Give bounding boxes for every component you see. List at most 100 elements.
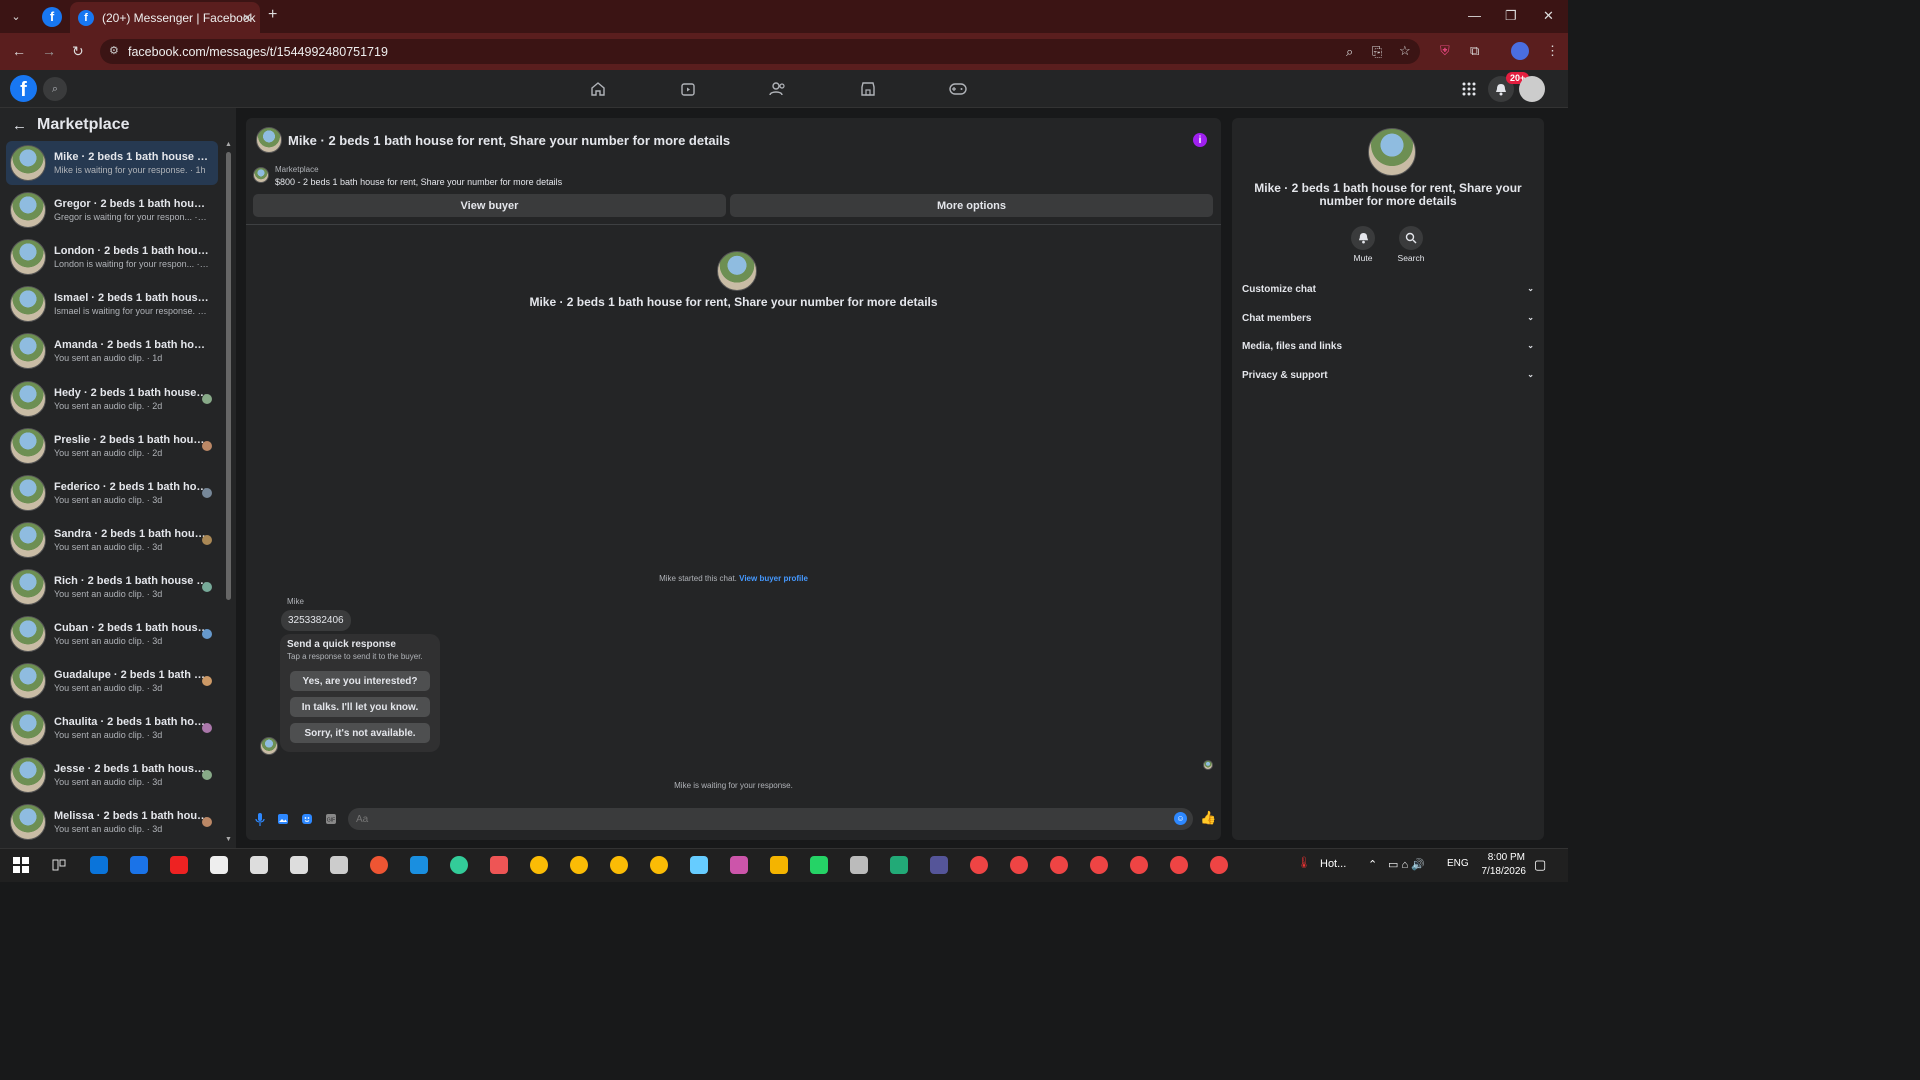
scroll-down-icon[interactable]: ▼ — [225, 836, 232, 843]
app-icon[interactable] — [890, 856, 908, 874]
scroll-up-icon[interactable]: ▲ — [225, 141, 232, 148]
app-icon[interactable] — [850, 856, 868, 874]
store-icon[interactable] — [90, 856, 108, 874]
chat-members-row[interactable]: Chat members ⌄ — [1242, 313, 1534, 324]
chrome-icon[interactable] — [1210, 856, 1228, 874]
facebook-logo[interactable]: f — [10, 75, 37, 102]
bookmark-star-icon[interactable]: ☆ — [1399, 43, 1411, 59]
chatgpt-icon[interactable] — [210, 856, 228, 874]
profile-avatar[interactable] — [1511, 42, 1529, 60]
conversation-item[interactable]: Amanda · 2 beds 1 bath house f...You sen… — [6, 329, 218, 373]
opera-icon[interactable] — [170, 856, 188, 874]
menu-grid-icon[interactable] — [1456, 76, 1482, 102]
friends-icon[interactable] — [768, 80, 788, 98]
emoji-icon[interactable]: ☺ — [1174, 812, 1187, 825]
clock-time[interactable]: 8:00 PM — [1480, 852, 1525, 863]
new-tab-button[interactable]: + — [268, 6, 277, 24]
chrome-icon[interactable] — [1090, 856, 1108, 874]
chrome-icon[interactable] — [970, 856, 988, 874]
sidebar-scroll-thumb[interactable] — [226, 152, 231, 600]
whatsapp-icon[interactable] — [810, 856, 828, 874]
mute-bell-icon[interactable] — [1351, 226, 1375, 250]
browser-menu-icon[interactable]: ⋮ — [1546, 43, 1559, 59]
search-icon[interactable]: ⌕ — [43, 77, 67, 101]
conversation-item[interactable]: Federico · 2 beds 1 bath hous... You sent… — [6, 471, 218, 515]
weather-icon[interactable]: 🌡 — [1297, 856, 1311, 869]
conversation-item[interactable]: Gregor · 2 beds 1 bath house fo...Gregor… — [6, 188, 218, 232]
notepad-icon[interactable] — [690, 856, 708, 874]
zoom-icon[interactable]: ⌕ — [1346, 44, 1353, 60]
settings-icon[interactable] — [290, 856, 308, 874]
tray-icons[interactable]: ▭ ⌂ 🔊 — [1388, 858, 1425, 871]
view-buyer-profile-link[interactable]: View buyer profile — [739, 574, 808, 583]
restore-icon[interactable]: ❐ — [1505, 8, 1517, 24]
pinned-facebook-tab[interactable]: f — [42, 6, 62, 27]
conversation-item[interactable]: London · 2 beds 1 bath house fo...London… — [6, 235, 218, 279]
forward-icon[interactable]: → — [42, 43, 56, 59]
conversation-item[interactable]: Jesse · 2 beds 1 bath house fo... You sen… — [6, 753, 218, 797]
privacy-support-row[interactable]: Privacy & support ⌄ — [1242, 370, 1534, 381]
notification-center-icon[interactable]: ▢ — [1534, 857, 1546, 873]
conversation-item[interactable]: Melissa · 2 beds 1 bath house... You sent… — [6, 800, 218, 844]
edge-icon[interactable] — [410, 856, 428, 874]
search-in-chat-icon[interactable] — [1399, 226, 1423, 250]
task-view-icon[interactable] — [50, 856, 68, 874]
gif-icon[interactable]: GIF — [324, 812, 338, 826]
site-info-icon[interactable]: ⚙ — [109, 44, 119, 57]
conversation-item[interactable]: Preslie · 2 beds 1 bath house f... You se… — [6, 424, 218, 468]
sticker-icon[interactable] — [300, 812, 314, 826]
back-icon[interactable]: ← — [12, 43, 26, 59]
conversation-item[interactable]: Hedy · 2 beds 1 bath house fo... You sent… — [6, 377, 218, 421]
microphone-icon[interactable] — [253, 812, 267, 826]
conversation-item[interactable]: Chaulita · 2 beds 1 bath hous... You sent… — [6, 706, 218, 750]
quick-response-interested[interactable]: Yes, are you interested? — [290, 671, 430, 691]
chrome-icon[interactable] — [1010, 856, 1028, 874]
conversation-item[interactable]: Cuban · 2 beds 1 bath house f... You sent… — [6, 612, 218, 656]
chrome-icon[interactable] — [450, 856, 468, 874]
chat-header[interactable]: Mike · 2 beds 1 bath house for rent, Sha… — [256, 127, 730, 153]
conversation-item[interactable]: Guadalupe · 2 beds 1 bath hous...You sen… — [6, 659, 218, 703]
file-explorer-icon[interactable] — [770, 856, 788, 874]
customize-chat-row[interactable]: Customize chat ⌄ — [1242, 284, 1534, 295]
marketplace-icon[interactable] — [858, 80, 878, 98]
chrome-icon[interactable] — [530, 856, 548, 874]
conversation-item[interactable]: Rich · 2 beds 1 bath house for r...You s… — [6, 565, 218, 609]
weather-text[interactable]: Hot... — [1320, 858, 1346, 870]
conversation-item[interactable]: Ismael · 2 beds 1 bath house for...Ismae… — [6, 282, 218, 326]
extension-shield-icon[interactable]: ⛨ — [1440, 43, 1450, 59]
active-tab[interactable]: f (20+) Messenger | Facebook ✕ — [70, 2, 260, 33]
copilot-icon[interactable] — [730, 856, 748, 874]
message-bubble[interactable]: 3253382406 — [281, 610, 351, 631]
info-icon[interactable]: i — [1193, 133, 1207, 147]
clock-date[interactable]: 7/18/2026 — [1476, 866, 1527, 877]
conversation-item[interactable]: Sandra · 2 beds 1 bath house fo...You se… — [6, 518, 218, 562]
video-icon[interactable] — [678, 80, 698, 98]
chrome-icon[interactable] — [570, 856, 588, 874]
gaming-icon[interactable] — [948, 80, 968, 98]
minimize-icon[interactable]: — — [1468, 8, 1481, 23]
app-icon[interactable] — [930, 856, 948, 874]
app-icon[interactable] — [490, 856, 508, 874]
security-icon[interactable] — [250, 856, 268, 874]
close-window-icon[interactable]: ✕ — [1543, 8, 1554, 24]
view-buyer-button[interactable]: View buyer — [253, 194, 726, 217]
quick-response-not-available[interactable]: Sorry, it's not available. — [290, 723, 430, 743]
chrome-icon[interactable] — [1050, 856, 1068, 874]
chrome-icon[interactable] — [1130, 856, 1148, 874]
quick-response-in-talks[interactable]: In talks. I'll let you know. — [290, 697, 430, 717]
install-app-icon[interactable]: ⎘ — [1372, 44, 1382, 60]
extensions-puzzle-icon[interactable]: ⧉ — [1470, 43, 1479, 59]
windows-start-icon[interactable] — [12, 856, 30, 874]
address-bar[interactable]: ⚙ facebook.com/messages/t/15449924807517… — [100, 39, 1420, 64]
language-indicator[interactable]: ENG — [1447, 858, 1469, 869]
chrome-icon[interactable] — [1170, 856, 1188, 874]
back-arrow-icon[interactable]: ← — [12, 117, 27, 134]
show-hidden-icons[interactable]: ⌃ — [1368, 858, 1377, 871]
attach-photo-icon[interactable] — [276, 812, 290, 826]
account-avatar[interactable] — [1519, 76, 1545, 102]
conversation-item[interactable]: Mike · 2 beds 1 bath house for r... Mike … — [6, 141, 218, 185]
more-options-button[interactable]: More options — [730, 194, 1213, 217]
listing-summary[interactable]: Marketplace $800 - 2 beds 1 bath house f… — [253, 165, 562, 187]
tab-search-chevron-icon[interactable]: ⌄ — [4, 5, 28, 29]
media-files-links-row[interactable]: Media, files and links ⌄ — [1242, 341, 1534, 352]
